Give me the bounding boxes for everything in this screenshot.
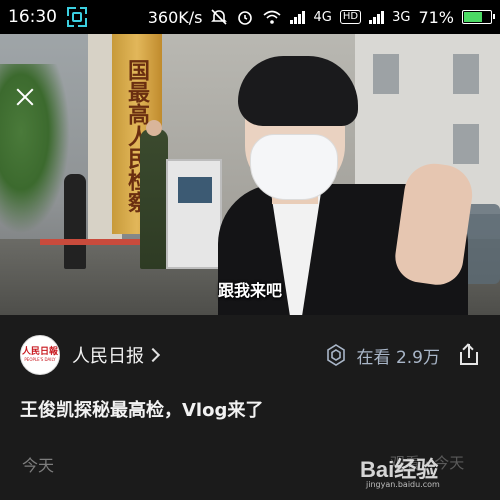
alarm-icon <box>238 11 253 25</box>
soldier-figure <box>140 129 168 269</box>
mute-bell-icon <box>211 9 228 25</box>
soldier-head <box>146 120 162 136</box>
flower-icon <box>326 344 345 366</box>
post-date: 今天 <box>22 456 55 475</box>
scan-icon <box>67 7 87 27</box>
close-icon[interactable] <box>14 86 36 108</box>
person-hair <box>238 56 358 126</box>
clock: 16:30 <box>8 7 57 27</box>
signal-icon-2 <box>369 10 385 24</box>
face-mask <box>250 134 338 200</box>
network-speed: 360K/s <box>147 7 203 27</box>
status-bar: 16:30 360K/s 4G HD 3G 71% <box>0 0 500 34</box>
chevron-right-icon <box>145 347 161 363</box>
hd-badge: HD <box>339 10 362 24</box>
watch-button[interactable]: 在看 2.9万 <box>325 343 440 368</box>
watermark-url: jingyan.baidu.com <box>366 480 440 489</box>
signal-icon <box>290 10 306 24</box>
watch-count: 在看 2.9万 <box>356 347 440 368</box>
wifi-icon <box>263 10 282 24</box>
battery-icon <box>462 10 495 24</box>
network-type-2: 3G <box>392 9 411 25</box>
network-type-1: 4G <box>313 9 332 25</box>
post-title[interactable]: 王俊凯探秘最高检，Vlog来了 <box>20 396 480 422</box>
avatar[interactable]: 人民日報 PEOPLE'S DAILY <box>20 335 60 375</box>
avatar-logo-sub: PEOPLE'S DAILY <box>24 357 56 362</box>
account-row[interactable]: 人民日報 PEOPLE'S DAILY 人民日报 在看 2.9万 <box>20 333 480 377</box>
video-subtitle: 跟我来吧 <box>217 281 282 300</box>
avatar-logo: 人民日報 <box>21 347 58 357</box>
account-name[interactable]: 人民日报 <box>72 342 144 368</box>
guard-figure <box>64 174 86 269</box>
battery-percent: 71% <box>418 7 454 27</box>
share-icon[interactable] <box>458 343 480 366</box>
baidu-watermark: Bai经验 jingyan.baidu.com <box>360 448 492 492</box>
video-player[interactable]: 国最高人民检察 跟我来吧 <box>0 34 500 315</box>
guard-booth <box>166 159 222 269</box>
